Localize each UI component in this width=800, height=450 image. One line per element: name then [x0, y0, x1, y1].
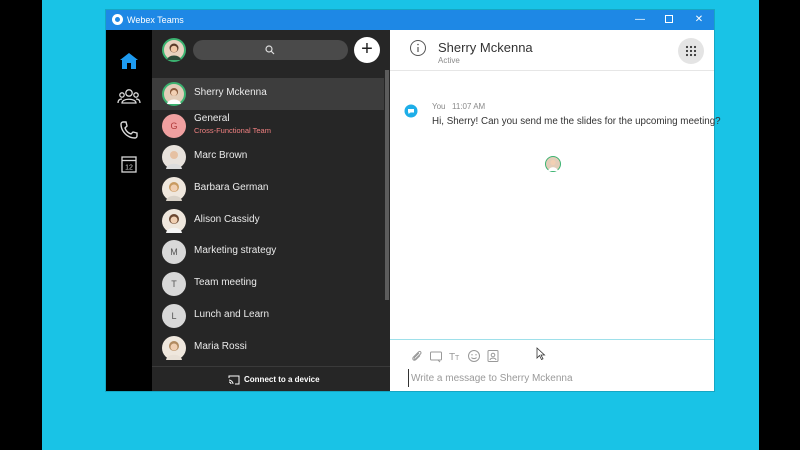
chat-header: Sherry Mckenna Active	[390, 30, 714, 71]
phone-icon[interactable]	[117, 119, 141, 141]
list-item-marc-brown[interactable]: Marc Brown	[152, 141, 384, 173]
calendar-date: 12	[125, 165, 133, 172]
list-scrollbar[interactable]	[385, 70, 389, 300]
emoji-icon[interactable]	[467, 349, 481, 363]
conversation-name: Alison Cassidy	[194, 213, 260, 225]
conversation-list: Sherry Mckenna G General Cross-Functiona…	[152, 78, 384, 363]
list-item-lunch-and-learn[interactable]: L Lunch and Learn	[152, 300, 384, 332]
home-icon[interactable]	[117, 50, 141, 72]
navigation-rail: 12	[106, 30, 152, 391]
svg-text:T: T	[455, 355, 460, 362]
conversation-name: Lunch and Learn	[194, 308, 270, 320]
connect-device-label: Connect to a device	[244, 375, 320, 384]
user-avatar[interactable]	[162, 38, 186, 62]
list-item-team-meeting[interactable]: T Team meeting	[152, 268, 384, 300]
contact-name: Sherry Mckenna	[438, 40, 533, 55]
list-item-barbara-german[interactable]: Barbara German	[152, 173, 384, 205]
cast-icon	[228, 375, 240, 385]
text-format-icon[interactable]: T T	[448, 349, 462, 363]
message-time: 11:07 AM	[452, 102, 486, 111]
conversation-name: General	[194, 112, 230, 124]
message-text: Hi, Sherry! Can you send me the slides f…	[432, 116, 721, 127]
avatar	[162, 177, 186, 202]
read-receipt-avatar	[545, 156, 561, 172]
compose-area: T T	[390, 339, 714, 392]
conversation-name: Marc Brown	[194, 150, 248, 162]
avatar	[162, 82, 186, 106]
avatar	[162, 208, 186, 233]
avatar: L	[162, 303, 186, 328]
title-bar: Webex Teams — ✕	[106, 10, 714, 30]
maximize-icon	[665, 15, 673, 24]
info-icon[interactable]	[409, 39, 427, 57]
screenshot-icon[interactable]	[429, 349, 443, 363]
list-item-marketing-strategy[interactable]: M Marketing strategy	[152, 236, 384, 268]
calendar-icon[interactable]: 12	[117, 154, 141, 176]
list-item-sherry-mckenna[interactable]: Sherry Mckenna	[152, 78, 384, 110]
conversation-name: Maria Rossi	[194, 340, 247, 352]
conversation-name: Barbara German	[194, 182, 269, 194]
grid-icon	[685, 45, 697, 57]
webex-logo-icon	[112, 14, 123, 25]
app-window: Webex Teams — ✕ 12 + Sherry Mckenna G Ge…	[106, 10, 721, 392]
chat-pane: Sherry Mckenna Active You 11:07 AM Hi, S…	[390, 30, 721, 392]
message-bubble-icon	[404, 104, 418, 118]
message-sender: You	[432, 102, 446, 111]
mention-icon[interactable]	[486, 349, 500, 363]
conversation-name: Team meeting	[194, 277, 257, 289]
apps-button[interactable]	[678, 38, 704, 64]
avatar	[162, 145, 186, 170]
window-title: Webex Teams	[127, 15, 184, 25]
contact-status: Active	[438, 56, 460, 65]
list-header: +	[152, 30, 390, 70]
mouse-cursor-icon	[536, 347, 546, 361]
avatar: M	[162, 240, 186, 265]
search-input[interactable]	[193, 40, 348, 60]
connect-device-button[interactable]: Connect to a device	[152, 366, 390, 391]
attachment-icon[interactable]	[410, 349, 424, 363]
avatar: G	[162, 113, 186, 138]
maximize-button[interactable]	[654, 10, 684, 30]
list-item-alison-cassidy[interactable]: Alison Cassidy	[152, 205, 384, 237]
avatar: T	[162, 272, 186, 297]
conversation-name: Sherry Mckenna	[194, 87, 267, 98]
list-item-maria-rossi[interactable]: Maria Rossi	[152, 332, 384, 364]
conversation-name: Marketing strategy	[194, 245, 277, 257]
message-input[interactable]	[408, 369, 701, 387]
close-button[interactable]: ✕	[684, 10, 714, 30]
add-conversation-button[interactable]: +	[354, 37, 380, 63]
list-item-general[interactable]: G General Cross-Functional Team	[152, 110, 384, 142]
conversation-panel: + Sherry Mckenna G General Cross-Functio…	[152, 30, 390, 391]
avatar	[162, 335, 186, 360]
search-icon	[265, 45, 275, 55]
teams-icon[interactable]	[117, 86, 141, 108]
conversation-subtitle: Cross-Functional Team	[194, 125, 271, 135]
minimize-button[interactable]: —	[625, 10, 655, 30]
